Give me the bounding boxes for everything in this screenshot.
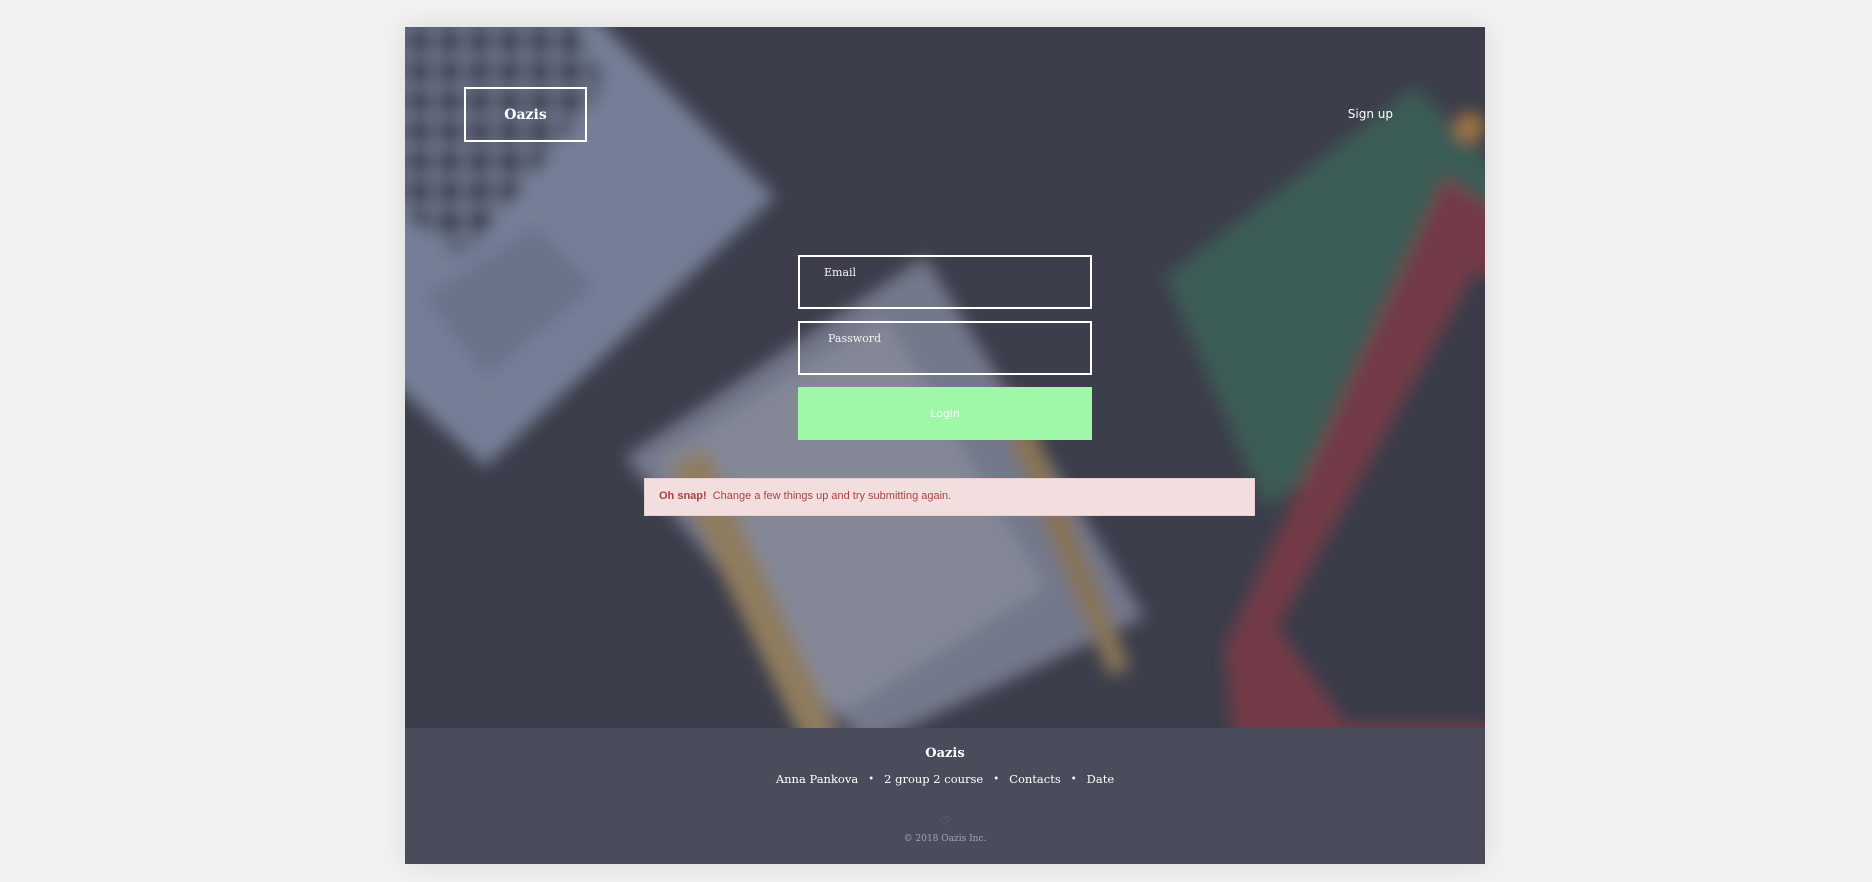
- email-field[interactable]: [800, 257, 1090, 307]
- footer-link-contacts[interactable]: Contacts: [1009, 772, 1061, 786]
- hero-section: Oazis Sign up Login Oh snap! Change a fe…: [405, 27, 1485, 728]
- alert-title: Oh snap!: [659, 490, 707, 502]
- footer: Oazis Anna Pankova • 2 group 2 course • …: [405, 728, 1485, 864]
- footer-separator: •: [868, 773, 875, 785]
- footer-separator: •: [993, 773, 1000, 785]
- footer-link-date[interactable]: Date: [1087, 772, 1115, 786]
- login-button[interactable]: Login: [798, 387, 1092, 440]
- email-field-container: [798, 255, 1092, 309]
- heart-icon: ♡: [939, 814, 951, 828]
- footer-link-author[interactable]: Anna Pankova: [776, 772, 858, 786]
- footer-links: Anna Pankova • 2 group 2 course • Contac…: [405, 772, 1485, 786]
- signup-link[interactable]: Sign up: [1348, 107, 1393, 121]
- login-form: Login: [798, 255, 1092, 440]
- copyright: © 2018 Oazis Inc.: [903, 834, 987, 844]
- password-field-container: [798, 321, 1092, 375]
- page-frame: Oazis Sign up Login Oh snap! Change a fe…: [405, 27, 1485, 864]
- password-field[interactable]: [800, 323, 1090, 373]
- alert-message: Change a few things up and try submittin…: [712, 490, 952, 502]
- footer-link-group[interactable]: 2 group 2 course: [884, 772, 983, 786]
- error-alert: Oh snap! Change a few things up and try …: [644, 478, 1255, 516]
- footer-separator: •: [1070, 773, 1077, 785]
- logo[interactable]: Oazis: [464, 87, 587, 142]
- footer-brand: Oazis: [925, 746, 965, 761]
